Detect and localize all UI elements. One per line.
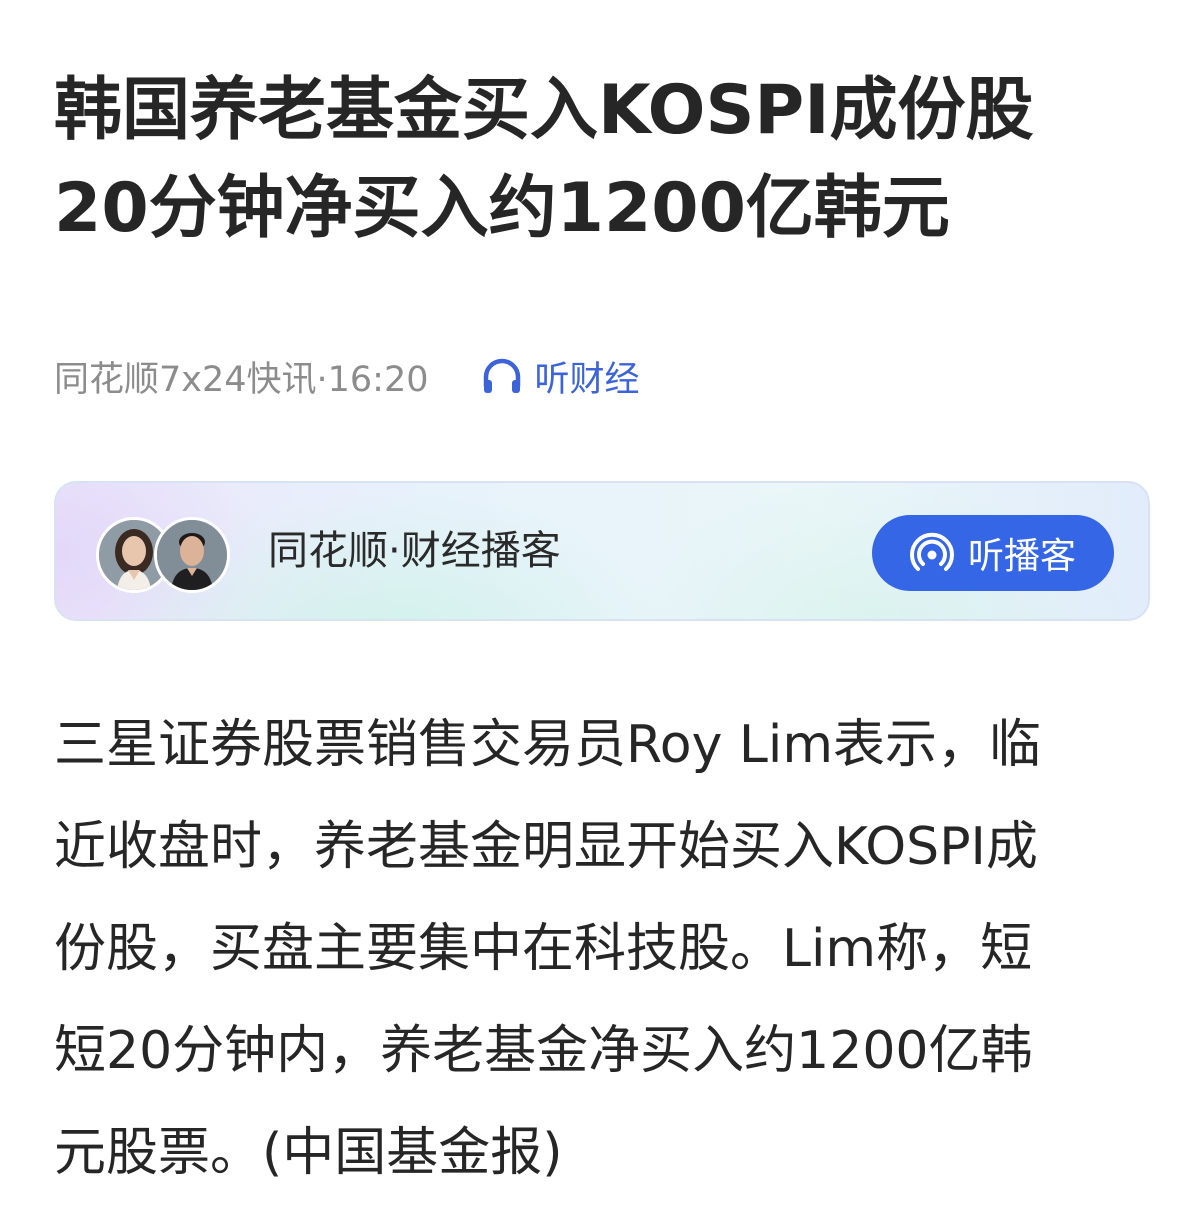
broadcast-icon <box>910 532 954 571</box>
headline-line: 20分钟净买入约1200亿韩元 <box>54 169 950 248</box>
body-line: 近收盘时，养老基金明显开始买入KOSPI成 <box>54 817 1038 877</box>
podcast-card-title: 同花顺·财经播客 <box>268 528 561 574</box>
body-line: 元股票。(中国基金报) <box>54 1123 563 1183</box>
body-line: 份股，买盘主要集中在科技股。Lim称，短 <box>54 919 1033 979</box>
listen-podcast-label: 听播客 <box>967 536 1076 577</box>
article-headline: 韩国养老基金买入KOSPI成份股 20分钟净买入约1200亿韩元 <box>54 62 1154 258</box>
host-avatar-male <box>154 517 230 593</box>
body-line: 三星证券股票销售交易员Roy Lim表示，临 <box>54 715 1041 775</box>
listen-finance-label: 听财经 <box>534 359 640 400</box>
listen-finance-link[interactable]: 听财经 <box>481 351 640 402</box>
article-body: 三星证券股票销售交易员Roy Lim表示，临 近收盘时，养老基金明显开始买入KO… <box>54 694 1154 1204</box>
listen-podcast-button[interactable]: 听播客 <box>872 515 1114 591</box>
headline-line: 韩国养老基金买入KOSPI成份股 <box>54 71 1034 150</box>
podcast-card[interactable]: 同花顺·财经播客 听播客 <box>54 481 1150 621</box>
host-avatars <box>96 517 230 593</box>
body-line: 短20分钟内，养老基金净买入约1200亿韩 <box>54 1021 1033 1081</box>
source-and-time: 同花顺7x24快讯·16:20 <box>54 359 429 400</box>
article-meta: 同花顺7x24快讯·16:20 听财经 <box>54 348 640 404</box>
headphones-icon <box>483 358 520 393</box>
